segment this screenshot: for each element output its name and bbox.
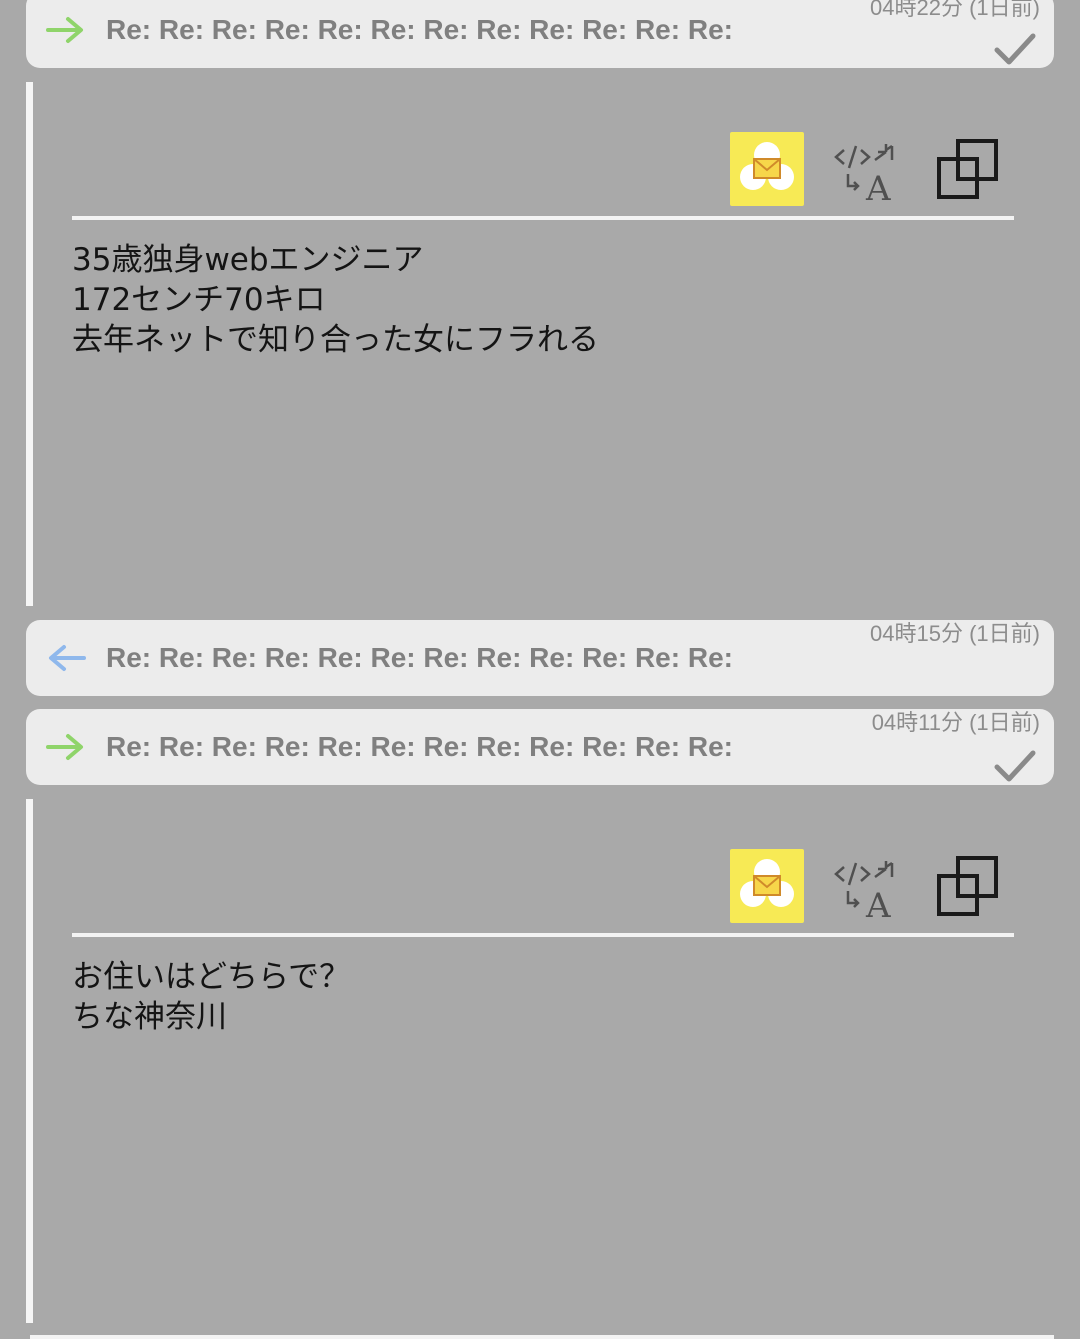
mail-app-icon[interactable]	[730, 849, 804, 923]
message-divider	[72, 933, 1014, 937]
message-text: 35歳独身webエンジニア 172センチ70キロ 去年ネットで知り合った女にフラ…	[72, 242, 599, 358]
message-body: A 35歳独身webエンジニア 172センチ70キロ 去年ネットで知り合った女に…	[26, 82, 1054, 606]
svg-text:A: A	[865, 886, 891, 919]
next-thread-edge	[30, 1335, 1054, 1339]
thread-header[interactable]: Re: Re: Re: Re: Re: Re: Re: Re: Re: Re: …	[26, 709, 1054, 785]
message-divider	[72, 216, 1014, 220]
copy-icon[interactable]	[936, 855, 1000, 919]
checkmark-icon	[994, 33, 1036, 65]
checkmark-icon	[994, 750, 1036, 782]
message-toolbar: A	[26, 849, 1054, 929]
message-text: お住いはどちらで？ ちな神奈川	[72, 959, 351, 1035]
thread-time: 04時11分 (1日前)	[871, 710, 1040, 735]
thread-header[interactable]: Re: Re: Re: Re: Re: Re: Re: Re: Re: Re: …	[26, 0, 1054, 68]
html-translate-icon[interactable]: A	[832, 138, 900, 202]
thread-subject: Re: Re: Re: Re: Re: Re: Re: Re: Re: Re: …	[106, 731, 740, 762]
copy-icon[interactable]	[936, 138, 1000, 202]
svg-text:A: A	[865, 169, 891, 202]
thread-time: 04時15分 (1日前)	[870, 621, 1040, 646]
arrow-right-icon	[46, 734, 83, 760]
thread-subject: Re: Re: Re: Re: Re: Re: Re: Re: Re: Re: …	[106, 14, 740, 45]
mail-app-icon[interactable]	[730, 132, 804, 206]
message-toolbar: A	[26, 132, 1054, 212]
arrow-right-icon	[46, 17, 83, 43]
thread-subject: Re: Re: Re: Re: Re: Re: Re: Re: Re: Re: …	[106, 642, 740, 673]
html-translate-icon[interactable]: A	[832, 855, 900, 919]
thread-header[interactable]: Re: Re: Re: Re: Re: Re: Re: Re: Re: Re: …	[26, 620, 1054, 696]
thread-time: 04時22分 (1日前)	[870, 0, 1040, 20]
arrow-left-icon	[49, 645, 86, 671]
message-body: A お住いはどちらで？ ちな神奈川	[26, 799, 1054, 1323]
